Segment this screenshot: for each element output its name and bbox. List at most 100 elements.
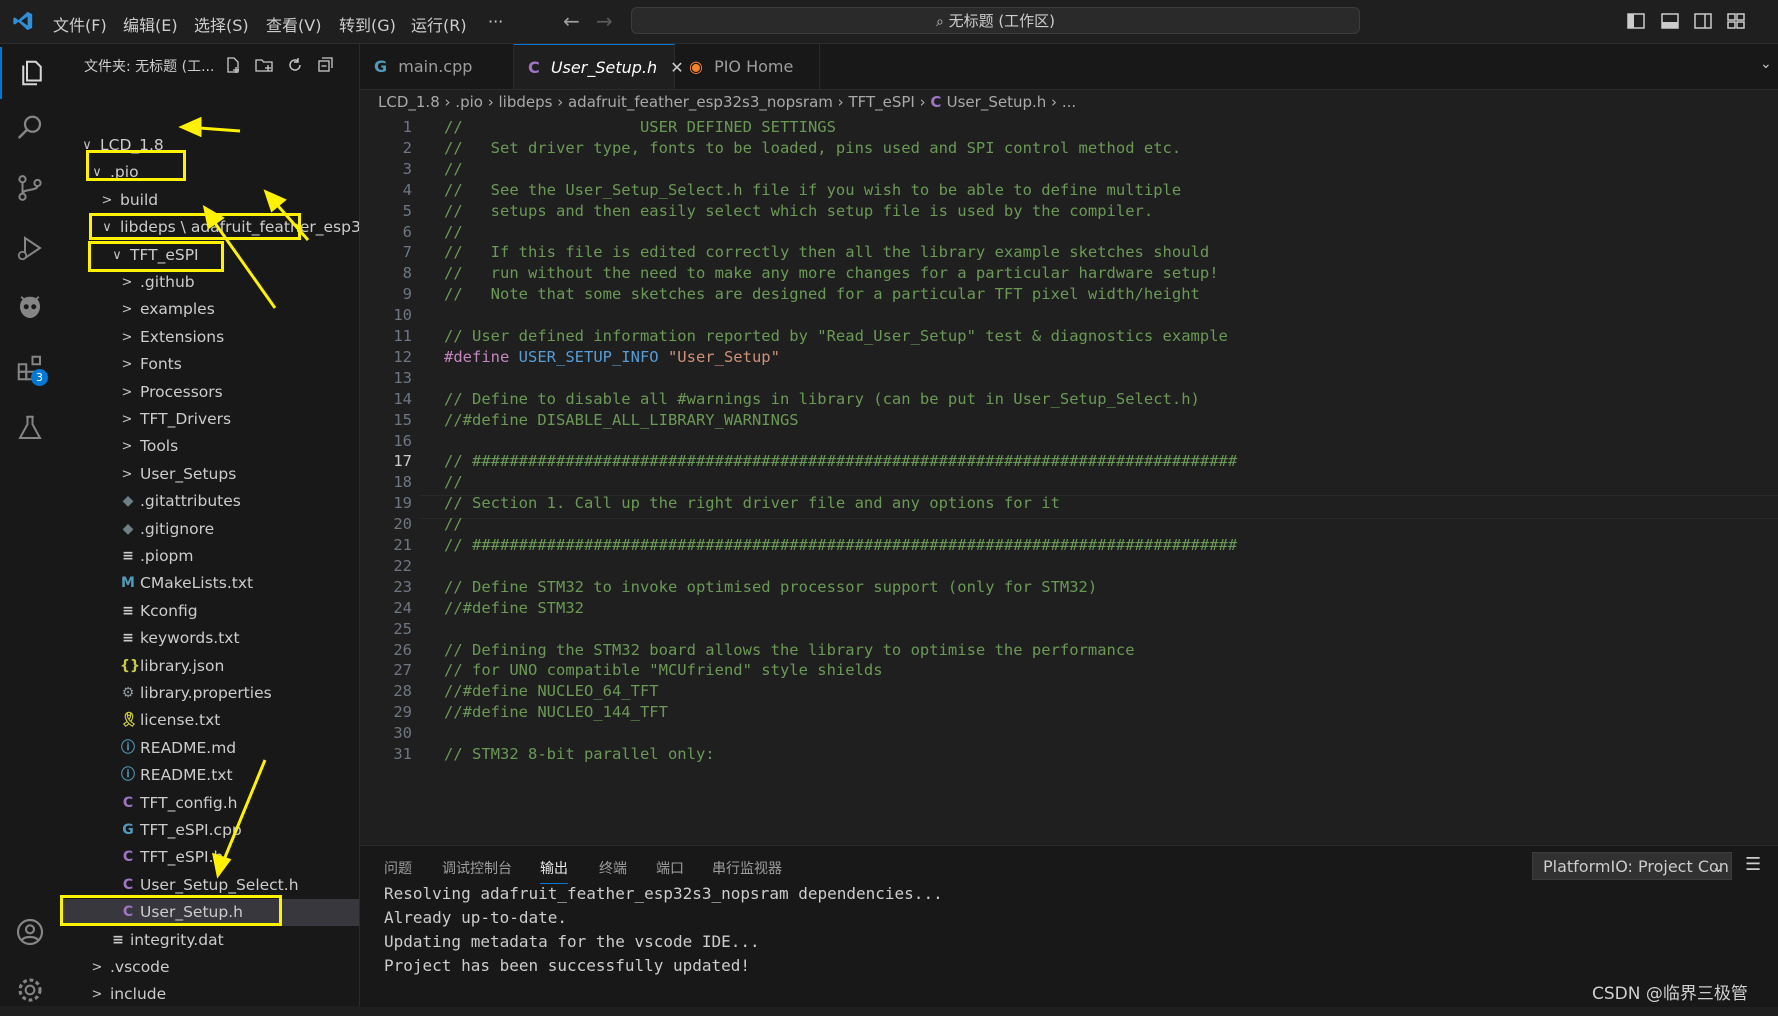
search-activity[interactable]: [0, 102, 60, 154]
vscode-logo-icon: [13, 11, 33, 31]
code-line: // setups and then easily select which s…: [444, 201, 1154, 220]
tab-pio-home[interactable]: ◉ PIO Home: [675, 44, 820, 89]
line-number: 2: [402, 138, 412, 157]
menu-view[interactable]: 查看(V): [266, 12, 321, 36]
explorer-sidebar: 文件夹: 无标题 (工... ∨ LCD_1.8 ∨ .pio > build ∨ libde…: [60, 44, 360, 1006]
line-number: 31: [393, 745, 412, 763]
list-filter-icon[interactable]: ☰: [1745, 854, 1761, 875]
bottom-panel: 问题 调试控制台 输出 终端 端口 串行监视器 PlatformIO: Proj…: [360, 845, 1778, 1007]
line-number: 27: [393, 661, 412, 680]
watermark: CSDN @临界三极管: [1592, 984, 1748, 1004]
flask-icon: [18, 415, 42, 439]
c-header-file-icon: C: [930, 93, 947, 111]
files-icon: [22, 60, 42, 86]
line-number: 5: [402, 201, 412, 220]
code-line: //: [444, 473, 463, 492]
code-line: // #####################################…: [444, 536, 1238, 554]
c-header-file-icon: C: [528, 58, 540, 77]
code-line: //: [444, 159, 463, 178]
code-line: // run without the need to make any more…: [444, 264, 1219, 283]
source-control-activity[interactable]: [0, 162, 60, 214]
chevron-right-icon: ›: [439, 93, 456, 111]
customize-layout-icon[interactable]: [1727, 12, 1745, 30]
code-line: // If this file is edited correctly then…: [444, 243, 1210, 262]
back-arrow-icon[interactable]: ←: [563, 9, 580, 33]
tab-label: PIO Home: [714, 57, 794, 76]
panel-tab-debug-console[interactable]: 调试控制台: [442, 858, 512, 878]
code-line: //#define DISABLE_ALL_LIBRARY_WARNINGS: [444, 410, 799, 429]
platformio-activity[interactable]: [0, 282, 60, 334]
code-editor[interactable]: 1 // USER DEFINED SETTINGS 2 // Set driver …: [360, 114, 1778, 844]
line-number: 6: [402, 222, 412, 241]
panel-tab-terminal[interactable]: 终端: [599, 858, 627, 878]
extensions-activity[interactable]: 3: [0, 342, 60, 394]
menu-selection[interactable]: 选择(S): [194, 12, 249, 36]
chevron-right-icon: ›: [552, 93, 568, 111]
editor-tabs: G main.cpp C User_Setup.h ✕ ◉ PIO Home ⌄: [360, 44, 1778, 90]
tab-label: main.cpp: [398, 57, 473, 76]
code-line: // #####################################…: [444, 452, 1238, 471]
command-center-search[interactable]: ⌕ 无标题 (工作区): [631, 7, 1360, 34]
breadcrumb-segment[interactable]: TFT_eSPI: [848, 93, 914, 111]
testing-activity[interactable]: [0, 402, 60, 454]
line-number: 17: [393, 452, 412, 471]
chevron-down-icon[interactable]: ⌄: [1760, 56, 1772, 72]
menu-edit[interactable]: 编辑(E): [123, 12, 178, 36]
chevron-right-icon: ›: [832, 93, 849, 111]
line-number: 13: [393, 368, 412, 387]
line-number: 15: [393, 410, 412, 429]
menu-more[interactable]: ···: [488, 12, 503, 31]
breadcrumb-segment[interactable]: User_Setup.h: [947, 93, 1047, 111]
code-line: //: [444, 222, 463, 241]
accounts-activity[interactable]: [0, 906, 60, 958]
breadcrumb-segment[interactable]: ...: [1062, 93, 1076, 111]
breadcrumb-segment[interactable]: adafruit_feather_esp32s3_nopsram: [568, 93, 833, 111]
manage-activity[interactable]: [0, 964, 60, 1016]
title-bar: 文件(F) 编辑(E) 选择(S) 查看(V) 转到(G) 运行(R) ··· …: [0, 0, 1778, 44]
menu-go[interactable]: 转到(G): [339, 12, 396, 36]
output-line: Updating metadata for the vscode IDE...: [384, 932, 760, 951]
output-channel-select[interactable]: PlatformIO: Project Con ⌄: [1532, 852, 1732, 880]
menu-file[interactable]: 文件(F): [53, 12, 107, 36]
gear-icon: [18, 978, 42, 1002]
panel-tab-serial-monitor[interactable]: 串行监视器: [712, 858, 782, 878]
code-line: // Note that some sketches are designed …: [444, 285, 1200, 304]
line-number: 7: [402, 243, 412, 262]
tab-main-cpp[interactable]: G main.cpp: [360, 44, 514, 89]
line-number: 28: [393, 682, 412, 701]
forward-arrow-icon[interactable]: →: [596, 9, 613, 33]
panel-tab-ports[interactable]: 端口: [656, 858, 684, 878]
line-number: 30: [393, 724, 412, 743]
breadcrumb-segment[interactable]: LCD_1.8: [378, 93, 440, 111]
search-icon: ⌕: [935, 14, 944, 30]
line-number: 1: [402, 118, 412, 136]
code-line: // USER DEFINED SETTINGS: [444, 118, 836, 136]
code-line: // Section 1. Call up the right driver f…: [444, 494, 1060, 513]
code-line: // STM32 8-bit parallel only:: [444, 745, 715, 763]
tab-user-setup-h[interactable]: C User_Setup.h ✕: [514, 44, 684, 89]
code-line: //: [444, 515, 463, 534]
toggle-panel-icon[interactable]: [1661, 12, 1679, 30]
code-line: // Defining the STM32 board allows the l…: [444, 640, 1135, 659]
line-number: 11: [393, 327, 412, 345]
menu-run[interactable]: 运行(R): [411, 12, 467, 36]
line-number: 23: [393, 577, 412, 596]
code-line: // Define to disable all #warnings in li…: [444, 389, 1200, 408]
line-number: 26: [393, 640, 412, 659]
line-number: 8: [402, 264, 412, 283]
breadcrumb-segment[interactable]: .pio: [455, 93, 483, 111]
code-line: //#define NUCLEO_64_TFT: [444, 682, 659, 701]
run-debug-activity[interactable]: [0, 222, 60, 274]
source-control-icon: [18, 175, 42, 201]
line-number: 4: [402, 180, 412, 199]
explorer-activity[interactable]: [0, 47, 62, 99]
panel-tab-output[interactable]: 输出: [540, 858, 568, 884]
panel-tab-problems[interactable]: 问题: [384, 858, 412, 878]
toggle-secondary-sidebar-icon[interactable]: [1694, 12, 1712, 30]
annotation-arrows: [178, 116, 310, 879]
search-label: 无标题 (工作区): [948, 12, 1056, 30]
breadcrumb-segment[interactable]: libdeps: [498, 93, 552, 111]
toggle-primary-sidebar-icon[interactable]: [1627, 12, 1645, 30]
chevron-right-icon: ›: [1046, 93, 1062, 111]
code-line: // Set driver type, fonts to be loaded, …: [444, 138, 1182, 157]
